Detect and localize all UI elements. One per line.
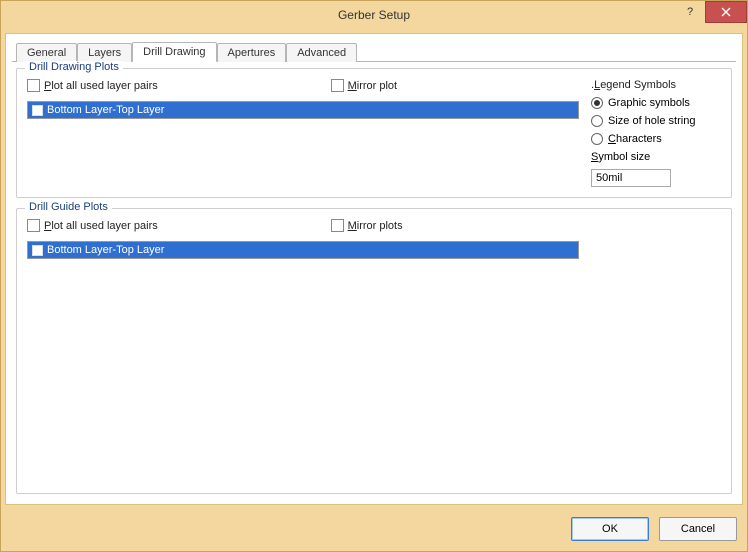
list-item-checkbox[interactable] xyxy=(32,245,43,256)
list-item-label: Bottom Layer-Top Layer xyxy=(47,244,164,256)
radio-label: Characters xyxy=(608,133,662,145)
legend-symbols-heading: .Legend Symbols xyxy=(591,79,721,91)
checkbox-plot-all-drawing[interactable]: Plot all used layer pairs xyxy=(27,79,158,92)
checkbox-mirror-drawing[interactable]: Mirror plot xyxy=(331,79,398,92)
list-item-label: Bottom Layer-Top Layer xyxy=(47,104,164,116)
tab-advanced[interactable]: Advanced xyxy=(286,43,357,62)
ok-button[interactable]: OK xyxy=(571,517,649,541)
tabpage-drill-drawing: Drill Drawing Plots Plot all used layer … xyxy=(12,62,736,498)
group-drill-guide-plots: Drill Guide Plots Plot all used layer pa… xyxy=(16,208,732,494)
checkbox-box-icon xyxy=(331,219,344,232)
tab-general[interactable]: General xyxy=(16,43,77,62)
radio-label: Size of hole string xyxy=(608,115,695,127)
group-drill-drawing-plots: Drill Drawing Plots Plot all used layer … xyxy=(16,68,732,198)
tab-drill-drawing[interactable]: Drill Drawing xyxy=(132,42,216,62)
radio-dot-icon xyxy=(591,133,603,145)
group-legend: Drill Guide Plots xyxy=(25,201,112,213)
close-button[interactable] xyxy=(705,1,747,23)
window-title: Gerber Setup xyxy=(1,8,747,22)
list-item[interactable]: Bottom Layer-Top Layer xyxy=(28,102,578,118)
tab-apertures[interactable]: Apertures xyxy=(217,43,287,62)
client-area: General Layers Drill Drawing Apertures A… xyxy=(5,33,743,505)
checkbox-mirror-guide[interactable]: Mirror plots xyxy=(331,219,403,232)
cancel-button[interactable]: Cancel xyxy=(659,517,737,541)
radio-dot-icon xyxy=(591,115,603,127)
legend-symbols-panel: .Legend Symbols Graphic symbols Size of … xyxy=(591,79,721,187)
tab-layers[interactable]: Layers xyxy=(77,43,132,62)
radio-dot-icon xyxy=(591,97,603,109)
radio-graphic-symbols[interactable]: Graphic symbols xyxy=(591,97,721,109)
window-controls: ? xyxy=(675,1,747,29)
symbol-size-label: Symbol size xyxy=(591,151,721,163)
checkbox-box-icon xyxy=(27,219,40,232)
checkbox-box-icon xyxy=(331,79,344,92)
radio-characters[interactable]: Characters xyxy=(591,133,721,145)
gerber-setup-dialog: Gerber Setup ? General Layers Drill Draw… xyxy=(0,0,748,552)
checkbox-label: Mirror plot xyxy=(348,80,398,92)
dialog-footer: OK Cancel xyxy=(1,509,747,551)
help-button[interactable]: ? xyxy=(675,1,705,23)
list-drill-drawing-pairs[interactable]: Bottom Layer-Top Layer xyxy=(27,101,579,119)
symbol-size-input[interactable]: 50mil xyxy=(591,169,671,187)
checkbox-label: Plot all used layer pairs xyxy=(44,80,158,92)
group-legend: Drill Drawing Plots xyxy=(25,61,123,73)
drill-guide-row: Plot all used layer pairs Mirror plots xyxy=(27,219,721,483)
tabstrip: General Layers Drill Drawing Apertures A… xyxy=(12,40,736,62)
checkbox-label: Mirror plots xyxy=(348,220,403,232)
checkbox-box-icon xyxy=(27,79,40,92)
radio-label: Graphic symbols xyxy=(608,97,690,109)
checkbox-plot-all-guide[interactable]: Plot all used layer pairs xyxy=(27,219,158,232)
list-item-checkbox[interactable] xyxy=(32,105,43,116)
checkbox-label: Plot all used layer pairs xyxy=(44,220,158,232)
titlebar: Gerber Setup ? xyxy=(1,1,747,29)
drill-drawing-row: Plot all used layer pairs Mirror plot xyxy=(27,79,721,187)
help-icon: ? xyxy=(687,6,693,18)
radio-size-of-hole-string[interactable]: Size of hole string xyxy=(591,115,721,127)
list-drill-guide-pairs[interactable]: Bottom Layer-Top Layer xyxy=(27,241,579,259)
close-icon xyxy=(721,7,731,17)
list-item[interactable]: Bottom Layer-Top Layer xyxy=(28,242,578,258)
